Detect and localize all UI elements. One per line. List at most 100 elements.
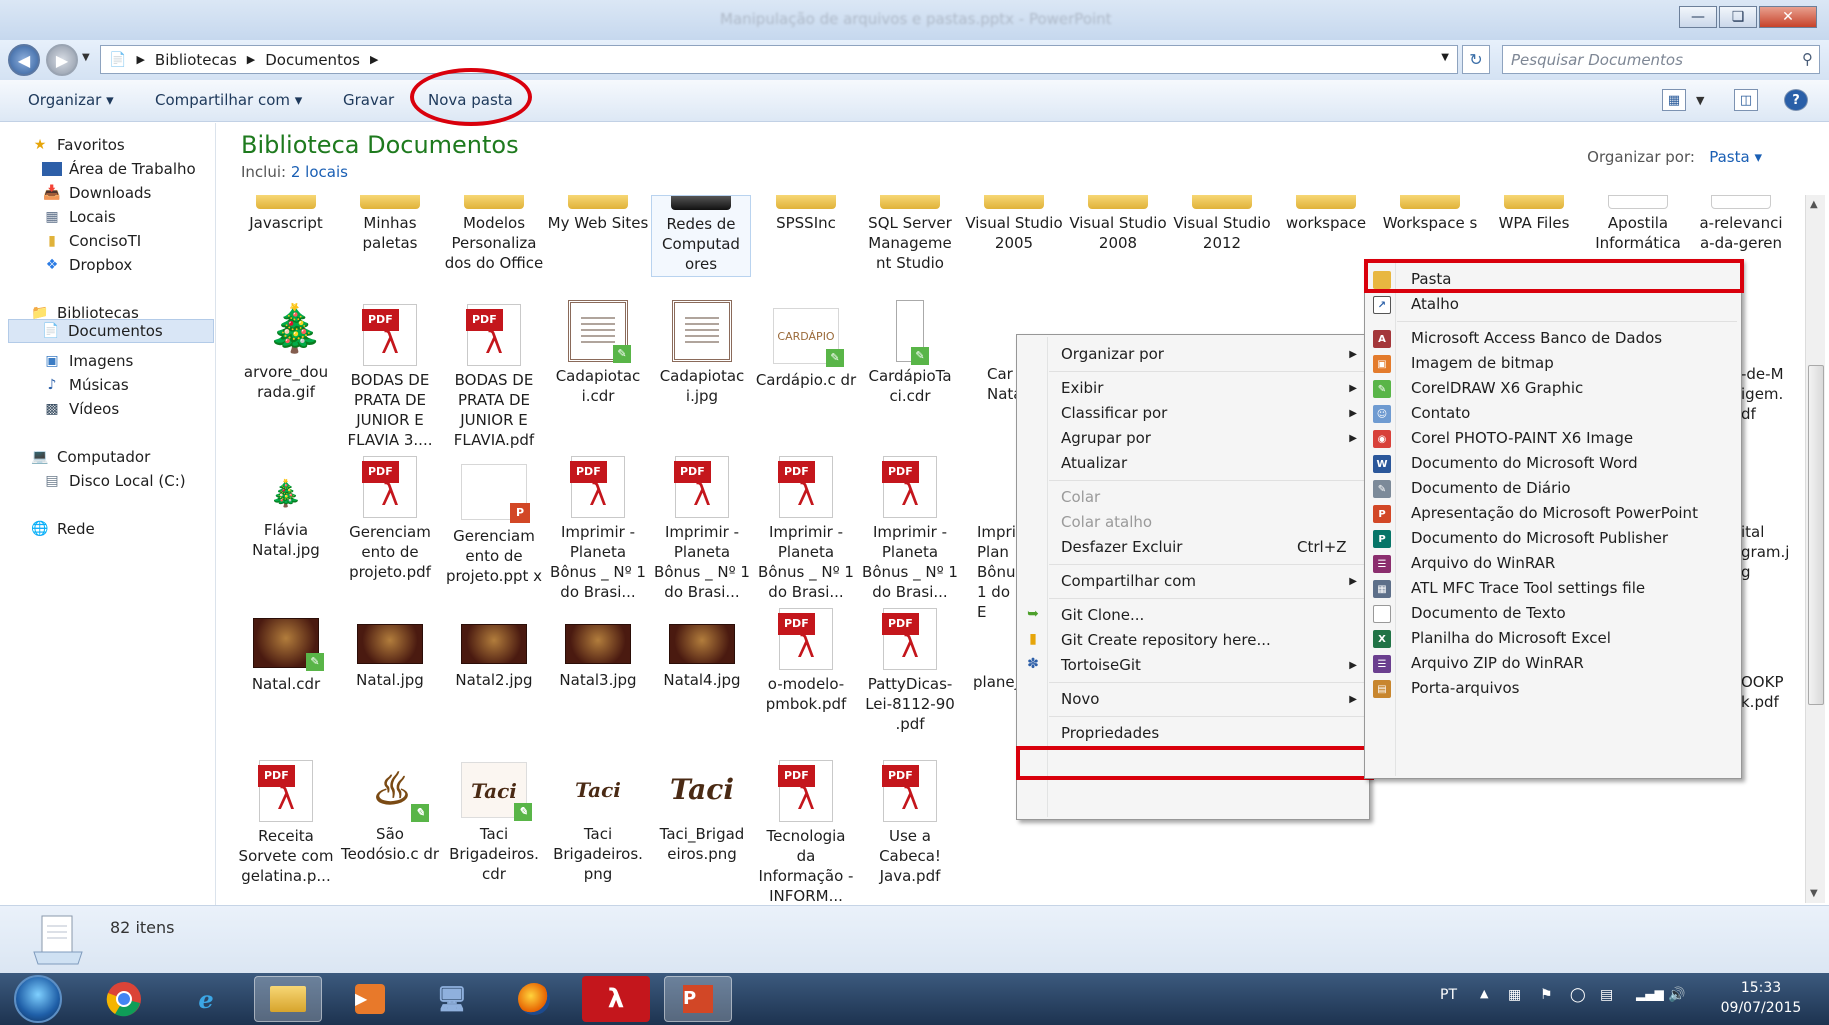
scroll-up-icon[interactable]: ▲: [1810, 199, 1818, 210]
list-item[interactable]: Visual Studio 2008: [1067, 195, 1169, 253]
list-item[interactable]: Natal3.jpg: [547, 618, 649, 690]
search-icon[interactable]: ⚲: [1802, 50, 1813, 68]
menu-item-git-clone[interactable]: Git Clone...: [1061, 606, 1144, 624]
list-item[interactable]: PDF λ Gerenciam ento de projeto.pdf: [339, 456, 441, 582]
menu-item-propriedades[interactable]: Propriedades: [1061, 724, 1159, 742]
menu-item-classificar-por[interactable]: Classificar por: [1061, 404, 1167, 422]
clock[interactable]: 15:33 09/07/2015: [1706, 978, 1816, 1018]
list-item[interactable]: Visual Studio 2005: [963, 195, 1065, 253]
menu-item-exibir[interactable]: Exibir: [1061, 379, 1103, 397]
scrollbar-thumb[interactable]: [1808, 365, 1824, 705]
signal-icon[interactable]: ▂▄▆: [1636, 987, 1664, 1001]
new-word-doc[interactable]: Documento do Microsoft Word: [1411, 454, 1638, 472]
list-item[interactable]: Minhas paletas: [339, 195, 441, 253]
menu-item-desfazer-excluir[interactable]: Desfazer Excluir: [1061, 538, 1182, 556]
list-item[interactable]: PDF λ Use a Cabeca! Java.pdf: [859, 760, 961, 886]
tray-expand-icon[interactable]: ▲: [1480, 987, 1488, 1000]
list-item[interactable]: Apostila Informática: [1587, 195, 1689, 253]
sidebar-item-musicas[interactable]: ♪ Músicas: [42, 376, 129, 394]
sidebar-computador[interactable]: 💻 Computador: [30, 448, 150, 466]
history-dropdown-icon[interactable]: ▼: [82, 52, 90, 63]
firefox-icon[interactable]: [500, 976, 568, 1022]
new-texto[interactable]: Documento de Texto: [1411, 604, 1566, 622]
list-item[interactable]: 🎄 Flávia Natal.jpg: [235, 472, 337, 560]
list-item[interactable]: PDF λ Imprimir - Planeta Bônus _ Nº 1 do B…: [859, 456, 961, 602]
back-button[interactable]: ◀: [8, 44, 40, 76]
list-item[interactable]: Workspace s: [1379, 195, 1481, 233]
list-item[interactable]: ♨ ✎ São Teodósio.c dr: [339, 760, 441, 864]
sidebar-item-videos[interactable]: ▩ Vídeos: [42, 400, 119, 418]
new-coreldraw[interactable]: CorelDRAW X6 Graphic: [1411, 379, 1583, 397]
minimize-button[interactable]: —: [1679, 6, 1717, 28]
help-icon[interactable]: ?: [1784, 89, 1808, 111]
network-tray-icon[interactable]: ◯: [1570, 987, 1586, 1003]
menu-item-compartilhar-com[interactable]: Compartilhar com: [1061, 572, 1196, 590]
list-item[interactable]: PDF λ Imprimir - Planeta Bônus _ Nº 1 do B…: [547, 456, 649, 602]
breadcrumb-bibliotecas[interactable]: Bibliotecas: [155, 51, 237, 69]
address-box[interactable]: 📄 ▶ Bibliotecas ▶ Documentos ▶ ▼: [100, 45, 1458, 74]
share-with-button[interactable]: Compartilhar com ▾: [155, 91, 302, 109]
sidebar-item-disco-local[interactable]: ▤ Disco Local (C:): [42, 472, 185, 490]
new-contato[interactable]: Contato: [1411, 404, 1470, 422]
new-zip[interactable]: Arquivo ZIP do WinRAR: [1411, 654, 1584, 672]
menu-item-organizar-por[interactable]: Organizar por: [1061, 345, 1164, 363]
sidebar-favoritos[interactable]: ★ Favoritos: [30, 136, 125, 154]
list-item[interactable]: ✎ Natal.cdr: [235, 612, 337, 694]
sidebar-item-area-de-trabalho[interactable]: Área de Trabalho: [42, 160, 196, 178]
list-item[interactable]: Natal.jpg: [339, 618, 441, 690]
list-item[interactable]: ✎ Cadapiotac i.cdr: [547, 300, 649, 406]
list-item[interactable]: SQL Server Manageme nt Studio: [859, 195, 961, 273]
powerpoint-taskbar-icon[interactable]: P: [664, 976, 732, 1022]
windows-explorer-icon[interactable]: [254, 976, 322, 1022]
media-player-icon[interactable]: ▶: [336, 976, 404, 1022]
start-button[interactable]: [14, 975, 62, 1023]
new-access-db[interactable]: Microsoft Access Banco de Dados: [1411, 329, 1662, 347]
list-item[interactable]: Modelos Personaliza dos do Office: [443, 195, 545, 273]
sidebar-item-imagens[interactable]: ▣ Imagens: [42, 352, 133, 370]
new-atalho[interactable]: Atalho: [1411, 295, 1459, 313]
remote-desktop-icon[interactable]: 🖥: [418, 976, 486, 1022]
list-item[interactable]: Taci Taci Brigadeiros. png: [547, 760, 649, 884]
list-item[interactable]: PDF λ BODAS DE PRATA DE JUNIOR E FLAVIA 3.…: [339, 304, 441, 450]
list-item[interactable]: PDF λ Imprimir - Planeta Bônus _ Nº 1 do B…: [755, 456, 857, 602]
view-dropdown-icon[interactable]: ▼: [1696, 94, 1704, 107]
list-item[interactable]: planej: [963, 672, 1019, 692]
list-item[interactable]: Visual Studio 2012: [1171, 195, 1273, 253]
list-item[interactable]: PDF λ Tecnologia da Informação - INFORM...: [755, 760, 857, 906]
list-item[interactable]: Taci Taci_Brigad eiros.png: [651, 760, 753, 864]
new-bitmap[interactable]: Imagem de bitmap: [1411, 354, 1554, 372]
list-item[interactable]: -de-M igem. df: [1741, 364, 1801, 424]
language-indicator[interactable]: PT: [1440, 987, 1457, 1003]
windows-flag-icon[interactable]: ▦: [1508, 987, 1521, 1003]
list-item[interactable]: Cadapiotac i.jpg: [651, 300, 753, 406]
new-photo-paint[interactable]: Corel PHOTO-PAINT X6 Image: [1411, 429, 1633, 447]
new-publisher[interactable]: Documento do Microsoft Publisher: [1411, 529, 1668, 547]
scroll-down-icon[interactable]: ▼: [1810, 888, 1818, 899]
breadcrumb-documentos[interactable]: Documentos: [265, 51, 360, 69]
list-item[interactable]: P Gerenciam ento de projeto.ppt x: [443, 462, 545, 586]
preview-pane-icon[interactable]: ◫: [1734, 89, 1758, 111]
list-item[interactable]: Impri Plan Bônu 1 do E: [963, 522, 1017, 622]
list-item[interactable]: Javascript: [235, 195, 337, 233]
new-atl-mfc[interactable]: ATL MFC Trace Tool settings file: [1411, 579, 1645, 597]
list-item[interactable]: Taci ✎ Taci Brigadeiros. cdr: [443, 760, 545, 884]
list-item[interactable]: 🎄 arvore_dou rada.gif: [235, 300, 337, 402]
list-item[interactable]: PDF λ Imprimir - Planeta Bônus _ Nº 1 do B…: [651, 456, 753, 602]
organize-button[interactable]: Organizar ▾: [28, 91, 114, 109]
list-item[interactable]: Redes de Computad ores: [651, 195, 751, 277]
arrange-by-dropdown[interactable]: Pasta ▾: [1709, 148, 1762, 166]
includes-locations-link[interactable]: 2 locais: [291, 163, 348, 181]
sidebar-item-dropbox[interactable]: ❖ Dropbox: [42, 256, 132, 274]
forward-button[interactable]: ▶: [46, 44, 78, 76]
vertical-scrollbar[interactable]: ▲ ▼: [1805, 195, 1825, 903]
volume-icon[interactable]: 🔊: [1668, 987, 1685, 1003]
new-excel[interactable]: Planilha do Microsoft Excel: [1411, 629, 1611, 647]
chrome-icon[interactable]: [90, 976, 158, 1022]
new-porta-arquivos[interactable]: Porta-arquivos: [1411, 679, 1520, 697]
maximize-button[interactable]: ❏: [1719, 6, 1757, 28]
menu-item-atualizar[interactable]: Atualizar: [1061, 454, 1127, 472]
menu-item-novo[interactable]: Novo: [1061, 690, 1099, 708]
sidebar-item-downloads[interactable]: 📥 Downloads: [42, 184, 151, 202]
burn-button[interactable]: Gravar: [343, 91, 394, 109]
list-item[interactable]: workspace: [1275, 195, 1377, 233]
